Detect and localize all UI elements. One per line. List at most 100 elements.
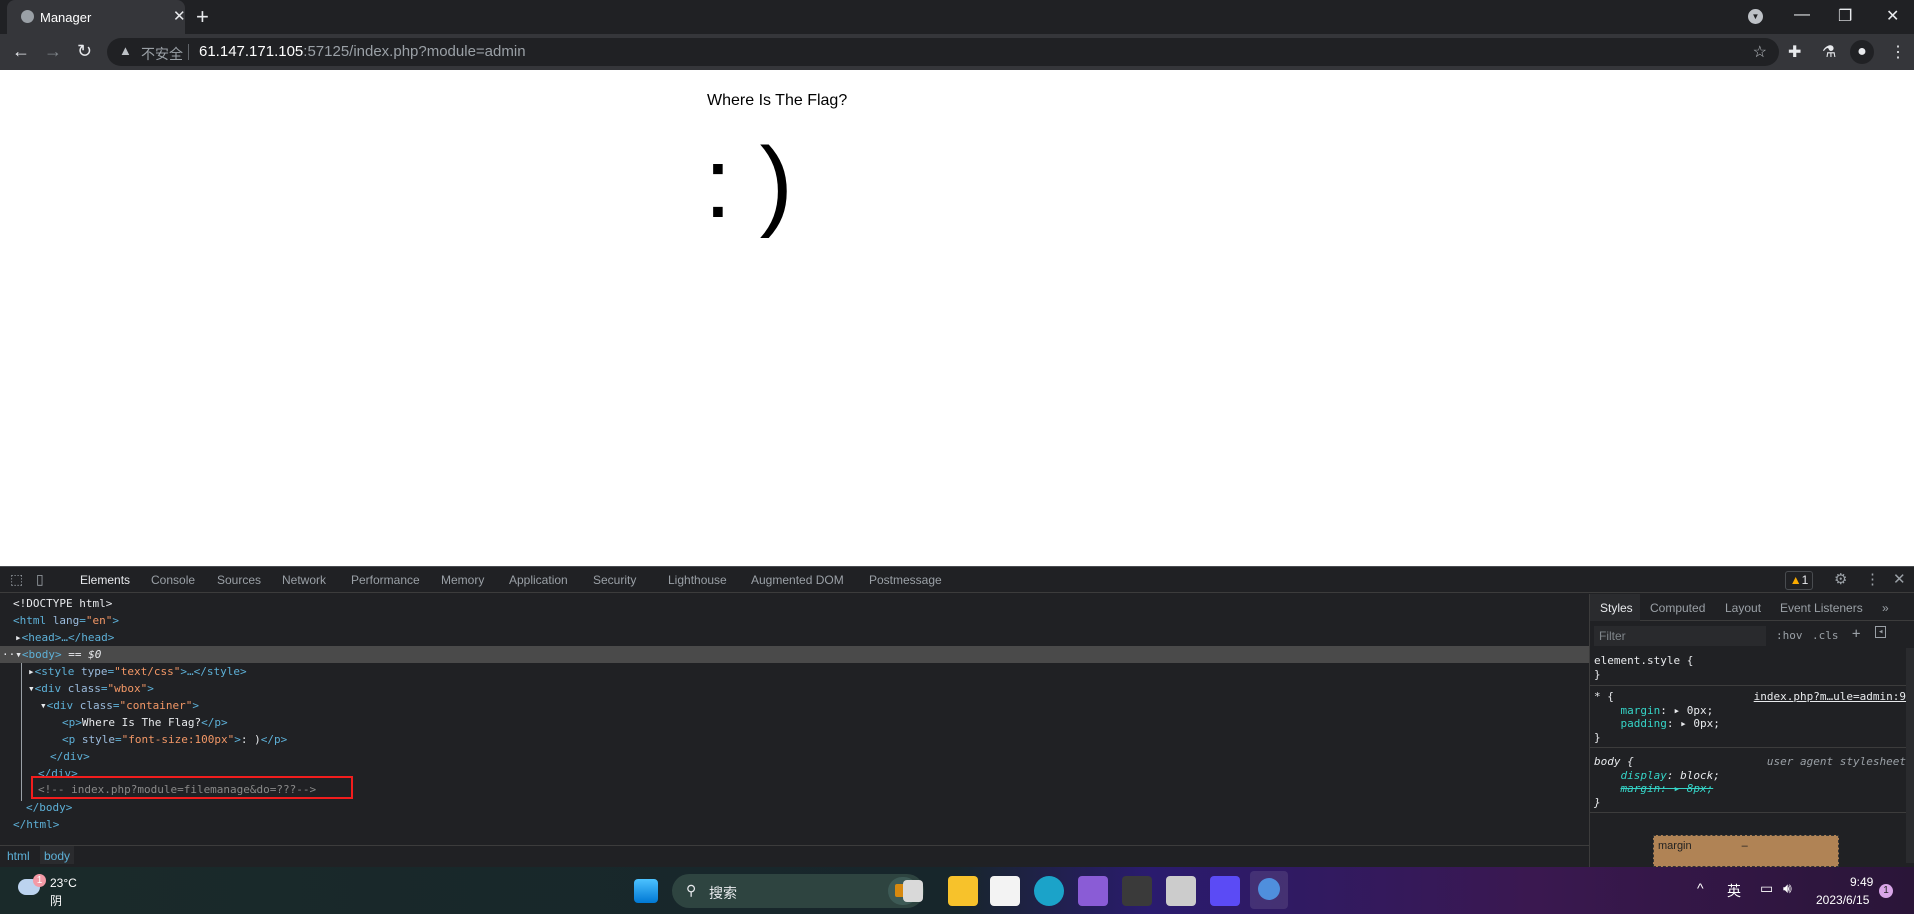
taskbar-search[interactable]: ⚲ 搜索 (672, 874, 924, 908)
bolt-app-icon[interactable] (1210, 876, 1240, 906)
browser-toolbar: ← → ↻ ▲ 不安全 61.147.171.105:57125/index.p… (0, 34, 1914, 70)
tab-elements[interactable]: Elements (71, 567, 139, 594)
code-token: > (112, 614, 119, 627)
browser-tab[interactable]: Manager ✕ (7, 0, 186, 34)
code-token: ▸ (28, 665, 35, 678)
cls-button[interactable]: .cls (1812, 629, 1839, 642)
new-rule-icon[interactable]: + (1852, 626, 1860, 642)
more-tabs-icon[interactable]: » (1882, 601, 1889, 615)
tab-computed[interactable]: Computed (1650, 601, 1705, 615)
tree-row-wbox[interactable]: ▾<div class="wbox"> (0, 680, 1589, 697)
code-token: class (79, 699, 113, 712)
notification-badge[interactable]: 1 (1879, 884, 1893, 898)
tab-strip: Manager ✕ + ▼ — ❐ ✕ (0, 0, 1914, 34)
toggle-sidebar-icon[interactable]: ◂ (1875, 626, 1887, 638)
close-tab-icon[interactable]: ✕ (173, 7, 186, 25)
back-button[interactable]: ← (12, 41, 30, 62)
windows-taskbar: 1 23°C 阴 ⚲ 搜索 ^ 英 ▭ 🔊︎ 9:49 2023/6/15 1 (0, 867, 1914, 914)
tab-sources[interactable]: Sources (217, 573, 261, 587)
extensions-icon[interactable]: ✚ (1788, 42, 1801, 62)
menu-dots-icon[interactable]: ⋮ (1890, 42, 1906, 62)
tree-row-container[interactable]: ▾<div class="container"> (0, 697, 1589, 714)
code-token: "font-size:100px" (121, 733, 235, 746)
tree-row-div-close[interactable]: </div> (0, 748, 1589, 765)
property-value[interactable]: 0px; (1687, 704, 1714, 717)
insecure-label[interactable]: 不安全 (141, 44, 183, 64)
source-link[interactable]: index.php?m…ule=admin:9 (1754, 690, 1906, 704)
code-token: class (67, 682, 101, 695)
tree-row-p-smiley[interactable]: <p style="font-size:100px">: )</p> (0, 731, 1589, 748)
forward-button[interactable]: → (44, 41, 62, 62)
styles-filter-input[interactable]: Filter (1594, 626, 1766, 646)
device-toolbar-icon[interactable]: ▯ (36, 571, 44, 588)
code-token: * {index.php?m…ule=admin:9 (1590, 690, 1910, 704)
code-token: >…</style> (180, 665, 247, 678)
tree-row-doctype[interactable]: <!DOCTYPE html> (0, 595, 1589, 612)
property-name[interactable]: padding (1621, 717, 1667, 730)
tab-styles[interactable]: Styles (1590, 594, 1640, 621)
tree-row-head[interactable]: ▸<head>…</head> (0, 629, 1589, 646)
scrollbar[interactable] (1906, 648, 1914, 863)
tab-security[interactable]: Security (593, 573, 636, 587)
profile-icon[interactable]: ● (1850, 40, 1874, 64)
property-name[interactable]: margin (1621, 704, 1661, 717)
tree-row-body-selected[interactable]: ··▾<body> == $0 (0, 646, 1589, 663)
bookmark-star-icon[interactable]: ☆ (1753, 42, 1767, 62)
doctype: <!DOCTYPE html> (13, 597, 113, 610)
inspect-element-icon[interactable]: ⬚ (10, 571, 23, 588)
tab-network[interactable]: Network (282, 573, 326, 587)
edge-icon[interactable] (1034, 876, 1064, 906)
tree-row-style[interactable]: ▸<style type="text/css">…</style> (0, 663, 1589, 680)
task-view-icon[interactable] (903, 880, 923, 902)
address-bar[interactable]: ▲ 不安全 61.147.171.105:57125/index.php?mod… (107, 38, 1779, 66)
tab-augmented-dom[interactable]: Augmented DOM (751, 573, 844, 587)
close-devtools-icon[interactable]: ✕ (1893, 570, 1906, 588)
show-hidden-icons[interactable]: ^ (1697, 880, 1704, 896)
tab-lighthouse[interactable]: Lighthouse (668, 573, 727, 587)
rule-body-ua: body {user agent stylesheet display: blo… (1590, 752, 1910, 813)
tab-search-icon[interactable]: ▼ (1748, 9, 1763, 24)
visual-studio-icon[interactable] (1078, 876, 1108, 906)
box-model-margin[interactable]: margin – (1653, 835, 1839, 867)
weather-temp[interactable]: 23°C (50, 876, 77, 890)
tab-console[interactable]: Console (151, 573, 195, 587)
reload-button[interactable]: ↻ (77, 41, 92, 62)
chrome-taskbar-button[interactable] (1250, 871, 1288, 909)
labs-flask-icon[interactable]: ⚗ (1822, 42, 1836, 62)
clock-time[interactable]: 9:49 (1850, 875, 1873, 889)
file-explorer-icon[interactable] (948, 876, 978, 906)
terminal-icon[interactable] (1122, 876, 1152, 906)
ime-indicator[interactable]: 英 (1727, 881, 1741, 901)
warnings-badge[interactable]: ▲1 (1785, 571, 1813, 590)
expand-arrow-icon[interactable]: ▸ (15, 631, 22, 644)
java-app-icon[interactable] (1166, 876, 1196, 906)
code-token: Where Is The Flag? (81, 716, 202, 729)
restore-button[interactable]: ❐ (1838, 6, 1852, 26)
tree-row-p[interactable]: <p>Where Is The Flag?</p> (0, 714, 1589, 731)
tab-layout[interactable]: Layout (1725, 601, 1761, 615)
microsoft-store-icon[interactable] (990, 876, 1020, 906)
url-text[interactable]: 61.147.171.105:57125/index.php?module=ad… (199, 43, 526, 60)
tree-row-html[interactable]: <html lang="en"> (0, 612, 1589, 629)
clock-date[interactable]: 2023/6/15 (1816, 893, 1869, 907)
windows-start-icon[interactable] (634, 879, 658, 903)
settings-gear-icon[interactable]: ⚙ (1834, 570, 1847, 588)
tab-event-listeners[interactable]: Event Listeners (1780, 601, 1863, 615)
weather-desc[interactable]: 阴 (50, 892, 62, 909)
tree-row-html-close[interactable]: </html> (0, 816, 1589, 833)
close-window-button[interactable]: ✕ (1886, 6, 1899, 26)
tab-memory[interactable]: Memory (441, 573, 484, 587)
new-tab-button[interactable]: + (196, 4, 209, 30)
minimize-button[interactable]: — (1794, 6, 1810, 24)
more-options-icon[interactable]: ⋮ (1865, 570, 1880, 588)
breadcrumb-html[interactable]: html (3, 849, 34, 863)
tab-application[interactable]: Application (509, 573, 568, 587)
tab-postmessage[interactable]: Postmessage (869, 573, 942, 587)
volume-icon[interactable]: 🔊︎ (1783, 880, 1792, 897)
property-value[interactable]: 0px; (1693, 717, 1720, 730)
network-icon[interactable]: ▭ (1760, 880, 1773, 897)
tab-performance[interactable]: Performance (351, 573, 420, 587)
hov-button[interactable]: :hov (1776, 629, 1803, 642)
tree-row-body-close[interactable]: </body> (0, 799, 1589, 816)
breadcrumb-body[interactable]: body (40, 846, 75, 864)
